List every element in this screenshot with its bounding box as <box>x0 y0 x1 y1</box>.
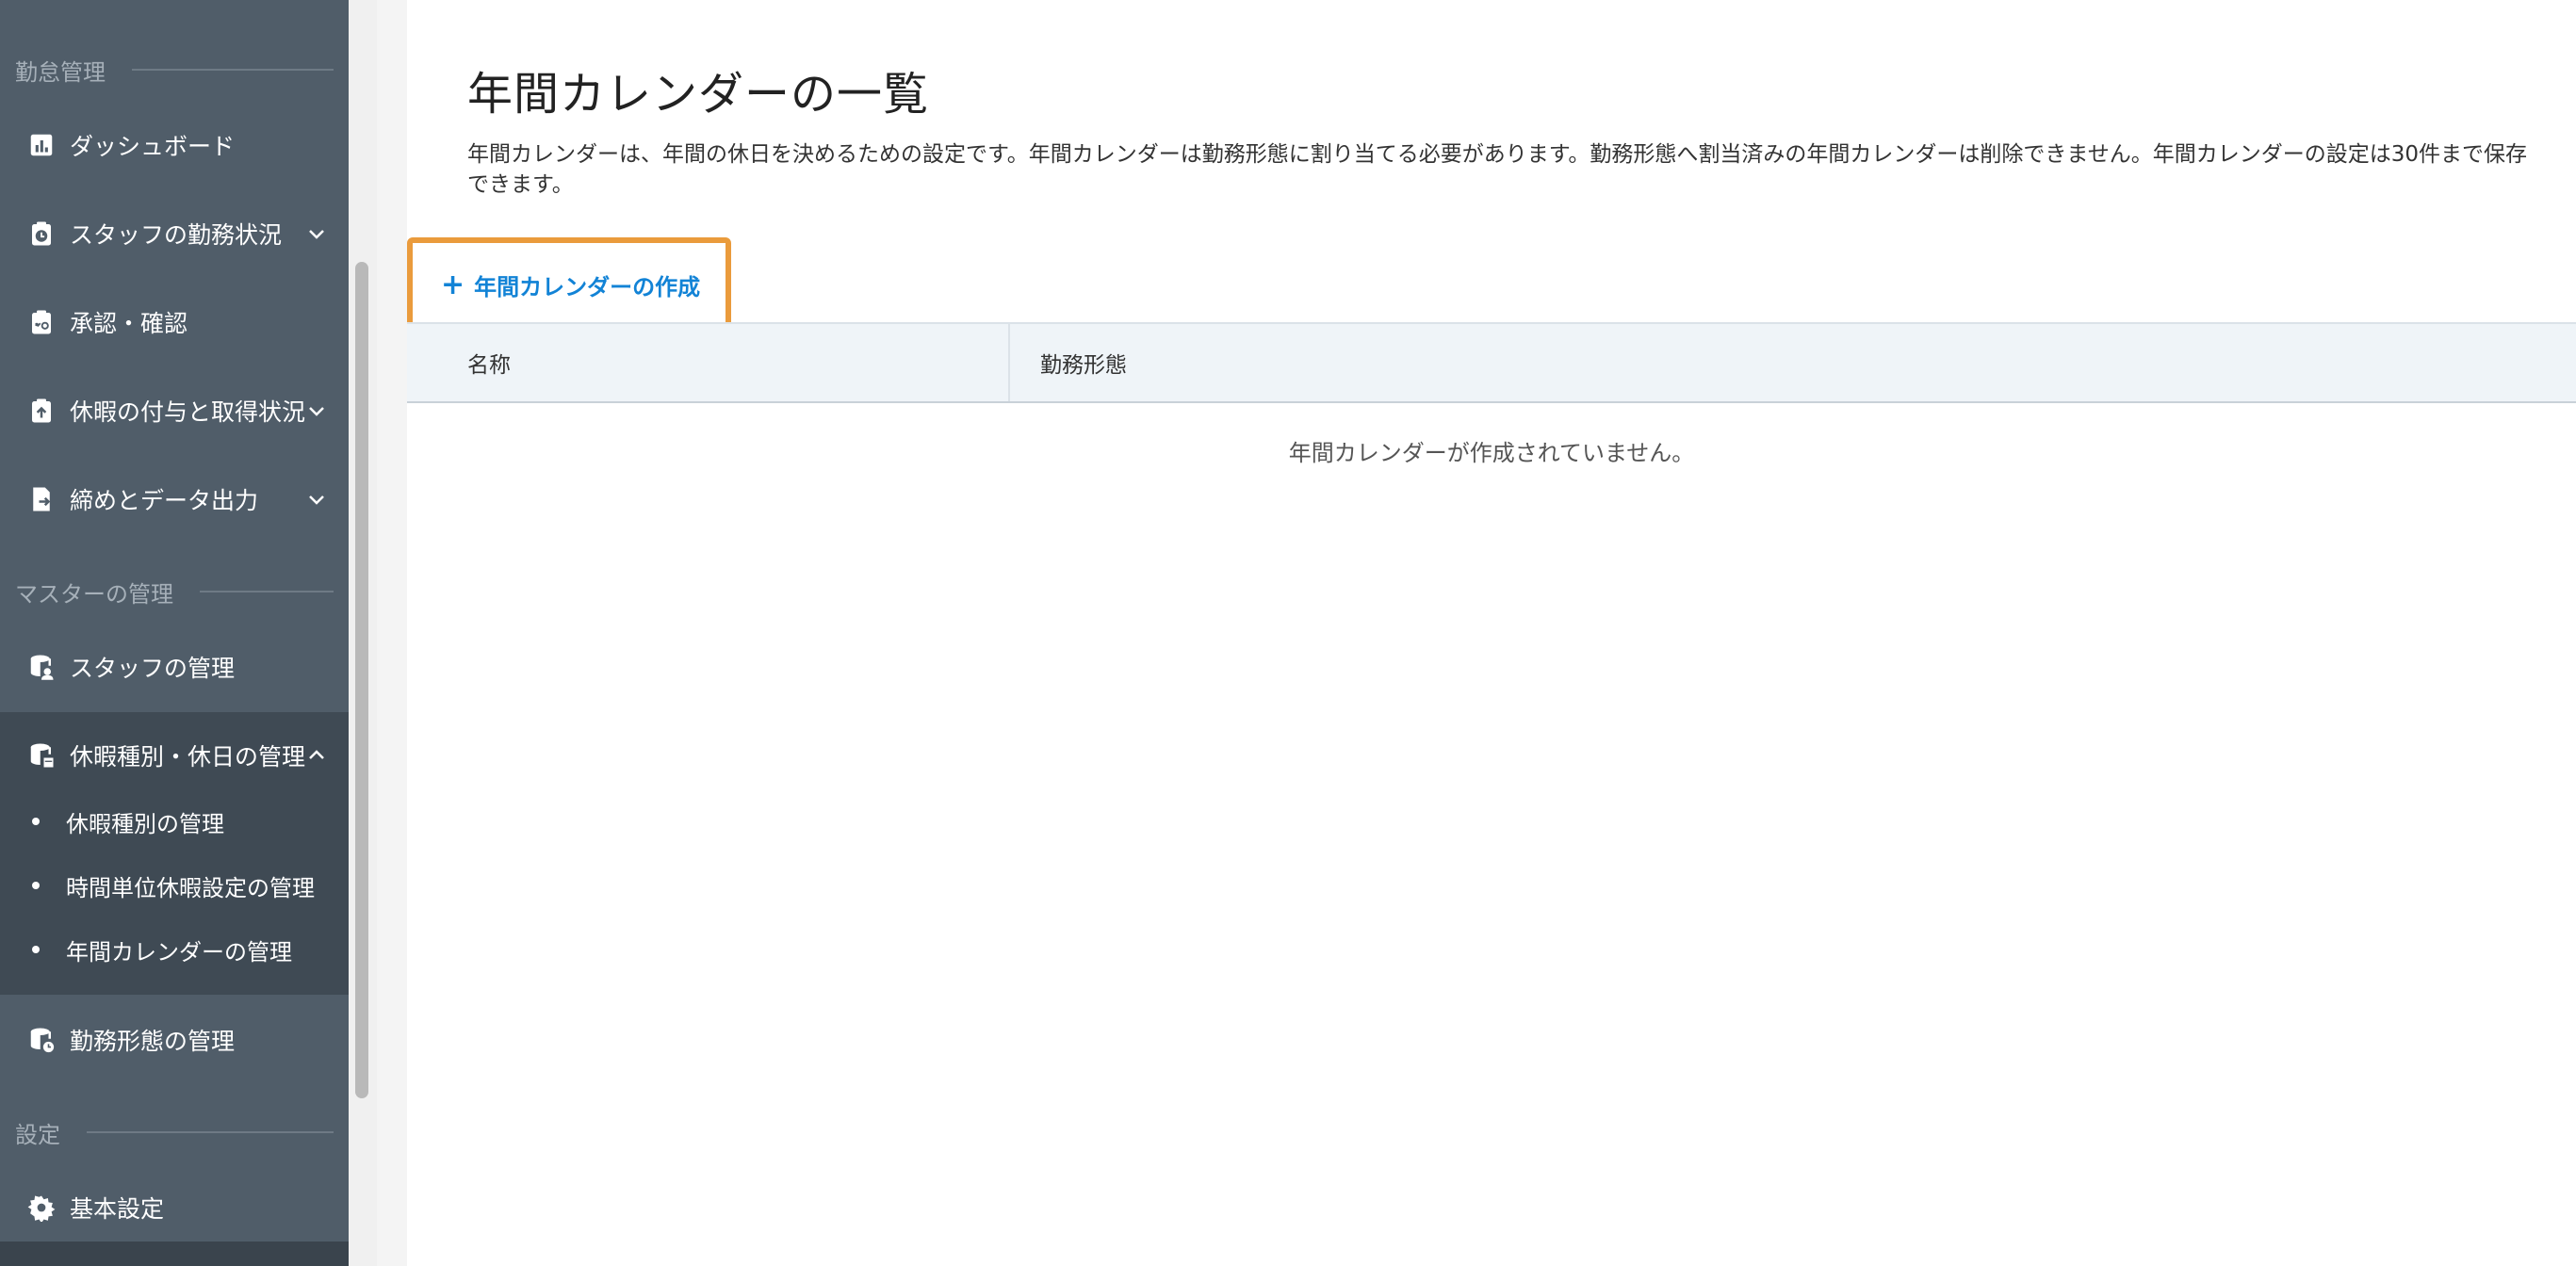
sidebar-item-label: スタッフの管理 <box>70 655 236 682</box>
sidebar-item-label: 休暇種別・休日の管理 <box>70 743 306 771</box>
sidebar-item-closing-export[interactable]: 締めとデータ出力 <box>0 456 349 543</box>
empty-message: 年間カレンダーが作成されていません。 <box>1288 439 1695 466</box>
page-title: 年間カレンダーの一覧 <box>467 68 930 121</box>
chevron-down-icon <box>309 407 324 416</box>
plus-icon: + <box>441 268 465 301</box>
scrollbar-thumb[interactable] <box>355 262 368 1098</box>
clipboard-up-icon <box>26 396 57 426</box>
sidebar-subitem-annual-calendar[interactable]: 年間カレンダーの管理 <box>0 917 349 982</box>
chart-icon <box>26 130 57 160</box>
sidebar-item-basic-settings[interactable]: 基本設定 <box>0 1164 349 1251</box>
sidebar-item-work-pattern[interactable]: 勤務形態の管理 <box>0 997 349 1083</box>
sidebar-item-staff-manage[interactable]: スタッフの管理 <box>0 624 349 710</box>
section-master: マスターの管理 <box>15 573 334 610</box>
section-attendance-label: 勤怠管理 <box>15 58 106 86</box>
section-settings-label: 設定 <box>15 1121 60 1148</box>
sidebar-item-leave-grant[interactable]: 休暇の付与と取得状況 <box>0 367 349 454</box>
chevron-down-icon <box>309 230 324 239</box>
column-header-work-pattern[interactable]: 勤務形態 <box>1010 324 2576 401</box>
column-header-name[interactable]: 名称 <box>407 324 1010 401</box>
clipboard-check-icon <box>26 307 57 337</box>
section-divider <box>87 1131 334 1133</box>
section-settings: 設定 <box>15 1113 334 1151</box>
sidebar-item-label: 基本設定 <box>70 1195 165 1223</box>
sidebar-item-label: 締めとデータ出力 <box>70 487 259 514</box>
create-calendar-label: 年間カレンダーの作成 <box>474 273 701 300</box>
file-export-icon <box>26 484 57 514</box>
main-content: 年間カレンダーの一覧 年間カレンダーは、年間の休日を決めるための設定です。年間カ… <box>407 0 2576 1266</box>
page-description: 年間カレンダーは、年間の休日を決めるための設定です。年間カレンダーは勤務形態に割… <box>467 142 2527 197</box>
sidebar-subitem-hourly-leave[interactable]: 時間単位休暇設定の管理 <box>0 853 349 917</box>
bullet-icon <box>32 818 40 825</box>
section-master-label: マスターの管理 <box>15 580 173 608</box>
sidebar-item-label: 承認・確認 <box>70 310 188 337</box>
sidebar-item-label: 休暇の付与と取得状況 <box>70 398 306 426</box>
sidebar-item-leave-types[interactable]: 休暇種別・休日の管理 <box>0 712 349 799</box>
sidebar-subitem-label: 年間カレンダーの管理 <box>66 938 292 966</box>
sidebar-item-staff-status[interactable]: スタッフの勤務状況 <box>0 190 349 277</box>
table-header: 名称 勤務形態 <box>407 322 2576 403</box>
create-calendar-button[interactable]: + 年間カレンダーの作成 <box>407 237 731 332</box>
database-calendar-icon <box>26 740 57 771</box>
chevron-up-icon <box>309 750 324 759</box>
sidebar-item-label: ダッシュボード <box>70 133 236 160</box>
clipboard-clock-icon <box>26 219 57 249</box>
section-divider <box>132 69 334 71</box>
sidebar-scrollbar[interactable] <box>349 0 377 1266</box>
sidebar-item-label: スタッフの勤務状況 <box>70 221 283 249</box>
sidebar-item-approval[interactable]: 承認・確認 <box>0 279 349 365</box>
database-user-icon <box>26 652 57 682</box>
sidebar-subitem-label: 休暇種別の管理 <box>66 810 224 837</box>
sidebar: 勤怠管理 ダッシュボード スタッフの勤務状況 承認・確認 休暇の付与と取得状況 … <box>0 0 349 1266</box>
sidebar-subitem-leave-type-manage[interactable]: 休暇種別の管理 <box>0 789 349 853</box>
database-clock-icon <box>26 1025 57 1055</box>
sidebar-subitem-label: 時間単位休暇設定の管理 <box>66 874 315 901</box>
gear-icon <box>26 1193 57 1223</box>
section-divider <box>200 591 334 592</box>
chevron-down-icon <box>309 495 324 505</box>
sidebar-footer-bar <box>0 1242 349 1266</box>
bullet-icon <box>32 946 40 953</box>
sidebar-item-dashboard[interactable]: ダッシュボード <box>0 102 349 188</box>
calendar-table: 名称 勤務形態 年間カレンダーが作成されていません。 <box>407 322 2576 497</box>
bullet-icon <box>32 882 40 889</box>
section-attendance: 勤怠管理 <box>15 51 334 89</box>
sidebar-item-label: 勤務形態の管理 <box>70 1028 236 1055</box>
